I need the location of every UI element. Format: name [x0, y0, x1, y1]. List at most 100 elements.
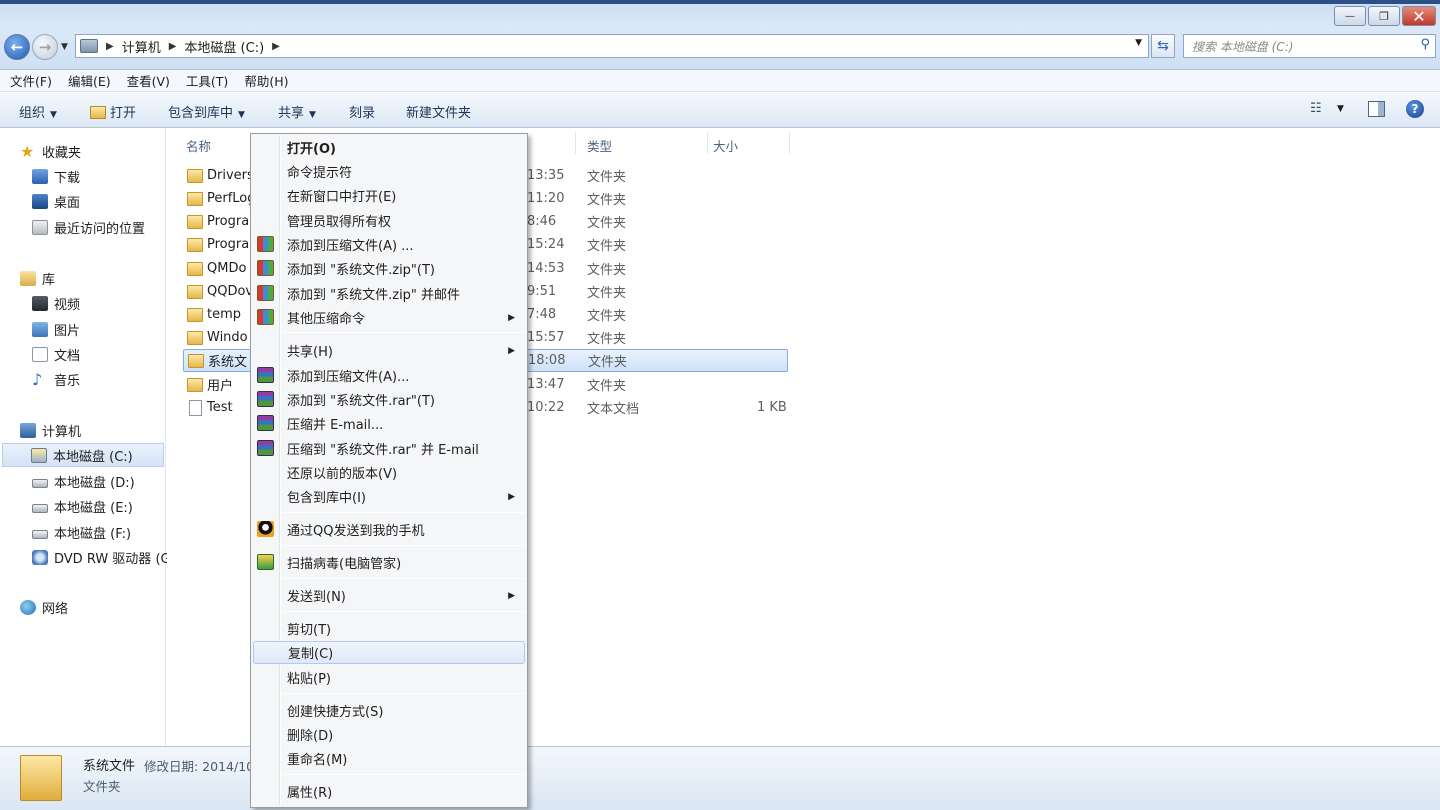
sidebar-item-libraries[interactable]: 库	[20, 269, 55, 288]
file-name: temp	[207, 307, 242, 322]
menu-item-add-rar-archive[interactable]: 添加到压缩文件(A)...	[253, 364, 525, 387]
drive-icon	[32, 479, 48, 488]
sidebar-item-desktop[interactable]: 桌面	[32, 192, 80, 211]
chevron-right-icon[interactable]: ▶	[169, 41, 177, 52]
menu-item-paste[interactable]: 粘贴(P)	[253, 666, 525, 689]
sidebar-item-drive-d[interactable]: 本地磁盘 (D:)	[32, 472, 135, 491]
sidebar-item-downloads[interactable]: 下载	[32, 167, 80, 186]
details-pane: 系统文件 修改日期: 2014/10 文件夹	[0, 746, 1440, 810]
sidebar-item-dvd[interactable]: DVD RW 驱动器 (G	[32, 548, 171, 567]
close-button[interactable]: ✕	[1402, 6, 1436, 26]
menu-item-share[interactable]: 共享(H) ▶	[253, 339, 525, 362]
open-button[interactable]: 打开	[90, 102, 136, 121]
sidebar-item-music[interactable]: ♪ 音乐	[32, 370, 80, 390]
new-folder-button[interactable]: 新建文件夹	[406, 102, 471, 121]
title-bar: — ❐ ✕ ← → ▼ ▶ 计算机 ▶ 本地磁盘 (C:) ▶ ▼ ⇆ 搜索 本…	[0, 0, 1440, 70]
menu-item-open[interactable]: 打开(O)	[253, 136, 525, 159]
menu-item-send-to[interactable]: 发送到(N) ▶	[253, 584, 525, 607]
menu-item-other-zip[interactable]: 其他压缩命令 ▶	[253, 306, 525, 329]
sidebar-item-drive-f[interactable]: 本地磁盘 (F:)	[32, 523, 131, 542]
menu-item-add-zip-mail[interactable]: 添加到 "系统文件.zip" 并邮件	[253, 282, 525, 305]
menu-item-cmd[interactable]: 命令提示符	[253, 160, 525, 183]
menu-item-create-shortcut[interactable]: 创建快捷方式(S)	[253, 699, 525, 722]
file-modified: 13:47	[527, 377, 565, 392]
menu-item-cut[interactable]: 剪切(T)	[253, 617, 525, 640]
sidebar-label: 最近访问的位置	[54, 222, 146, 237]
include-library-button[interactable]: 包含到库中 ▼	[168, 102, 245, 121]
breadcrumb-computer[interactable]: 计算机	[122, 37, 161, 56]
menu-item-scan-virus[interactable]: 扫描病毒(电脑管家)	[253, 551, 525, 574]
file-modified: 18:08	[528, 353, 566, 368]
minimize-button[interactable]: —	[1334, 6, 1366, 26]
menu-file[interactable]: 文件(F)	[10, 71, 52, 90]
music-icon: ♪	[32, 370, 43, 389]
file-type: 文件夹	[587, 170, 627, 185]
menu-edit[interactable]: 编辑(E)	[68, 71, 111, 90]
file-name: Progra	[207, 237, 250, 252]
context-menu: 打开(O) 命令提示符 在新窗口中打开(E) 管理员取得所有权 添加到压缩文件(…	[250, 133, 528, 808]
menu-item-restore-versions[interactable]: 还原以前的版本(V)	[253, 461, 525, 484]
menu-item-compress-rar-email[interactable]: 压缩到 "系统文件.rar" 并 E-mail	[253, 437, 525, 460]
menu-item-add-zip-named[interactable]: 添加到 "系统文件.zip"(T)	[253, 257, 525, 280]
sidebar-item-documents[interactable]: 文档	[32, 345, 80, 364]
menu-item-delete[interactable]: 删除(D)	[253, 723, 525, 746]
address-dropdown-icon[interactable]: ▼	[1135, 38, 1142, 48]
drive-icon	[80, 39, 98, 53]
burn-button[interactable]: 刻录	[349, 102, 375, 121]
menu-item-take-ownership[interactable]: 管理员取得所有权	[253, 209, 525, 232]
search-icon[interactable]: ⚲	[1420, 37, 1430, 52]
sidebar-item-computer[interactable]: 计算机	[20, 421, 81, 440]
folder-icon	[187, 237, 203, 252]
sidebar-label: 计算机	[42, 425, 82, 440]
sidebar-label: DVD RW 驱动器 (G	[54, 552, 171, 567]
column-header-name[interactable]: 名称	[186, 136, 211, 155]
menu-item-compress-email[interactable]: 压缩并 E-mail...	[253, 412, 525, 435]
column-header-type[interactable]: 类型	[587, 136, 612, 155]
column-header-size[interactable]: 大小	[713, 136, 738, 155]
preview-pane-icon[interactable]	[1368, 101, 1385, 117]
menu-item-properties[interactable]: 属性(R)	[253, 780, 525, 803]
share-button[interactable]: 共享 ▼	[278, 102, 316, 121]
chevron-right-icon[interactable]: ▶	[106, 41, 114, 52]
column-divider[interactable]	[789, 132, 790, 154]
menu-item-add-zip-archive[interactable]: 添加到压缩文件(A) ...	[253, 233, 525, 256]
search-input[interactable]: 搜索 本地磁盘 (C:) ⚲	[1183, 34, 1436, 58]
menu-item-add-rar-named[interactable]: 添加到 "系统文件.rar"(T)	[253, 388, 525, 411]
menu-help[interactable]: 帮助(H)	[244, 71, 288, 90]
zip-archive-icon	[257, 260, 274, 276]
menu-item-open-new-window[interactable]: 在新窗口中打开(E)	[253, 184, 525, 207]
menu-item-include-library[interactable]: 包含到库中(I) ▶	[253, 485, 525, 508]
view-dropdown-icon[interactable]: ▼	[1337, 104, 1344, 114]
organize-button[interactable]: 组织 ▼	[19, 102, 57, 121]
sidebar-item-network[interactable]: 网络	[20, 598, 68, 617]
menu-item-label: 重命名(M)	[287, 753, 348, 768]
file-modified: 9:51	[527, 284, 557, 299]
sidebar-item-videos[interactable]: 视频	[32, 294, 80, 313]
back-button[interactable]: ←	[4, 34, 30, 60]
restore-button[interactable]: ❐	[1368, 6, 1400, 26]
sidebar-item-pictures[interactable]: 图片	[32, 320, 80, 339]
window-controls: — ❐ ✕	[1334, 6, 1436, 26]
menu-item-qq-send[interactable]: 通过QQ发送到我的手机	[253, 518, 525, 541]
menu-view[interactable]: 查看(V)	[127, 71, 170, 90]
column-divider[interactable]	[707, 132, 708, 154]
refresh-button[interactable]: ⇆	[1151, 34, 1175, 58]
view-options-icon[interactable]: ☷	[1310, 101, 1322, 116]
menu-item-rename[interactable]: 重命名(M)	[253, 747, 525, 770]
address-bar[interactable]: ▶ 计算机 ▶ 本地磁盘 (C:) ▶ ▼	[75, 34, 1149, 58]
menu-item-label: 压缩到 "系统文件.rar" 并 E-mail	[287, 443, 479, 458]
help-icon[interactable]: ?	[1406, 100, 1424, 118]
breadcrumb-drive-c[interactable]: 本地磁盘 (C:)	[184, 37, 264, 56]
sidebar-item-favorites[interactable]: ★ 收藏夹	[20, 142, 81, 162]
sidebar-item-recent[interactable]: 最近访问的位置	[32, 218, 145, 237]
menu-tools[interactable]: 工具(T)	[186, 71, 228, 90]
menu-item-copy[interactable]: 复制(C)	[253, 641, 525, 664]
recent-pages-dropdown-icon[interactable]: ▼	[61, 42, 68, 52]
column-divider[interactable]	[575, 132, 576, 154]
chevron-right-icon[interactable]: ▶	[272, 41, 280, 52]
forward-button[interactable]: →	[32, 34, 58, 60]
sidebar-item-drive-c[interactable]: 本地磁盘 (C:)	[2, 443, 164, 467]
folder-icon	[187, 330, 203, 345]
sidebar-item-drive-e[interactable]: 本地磁盘 (E:)	[32, 497, 133, 516]
library-icon	[20, 271, 36, 286]
